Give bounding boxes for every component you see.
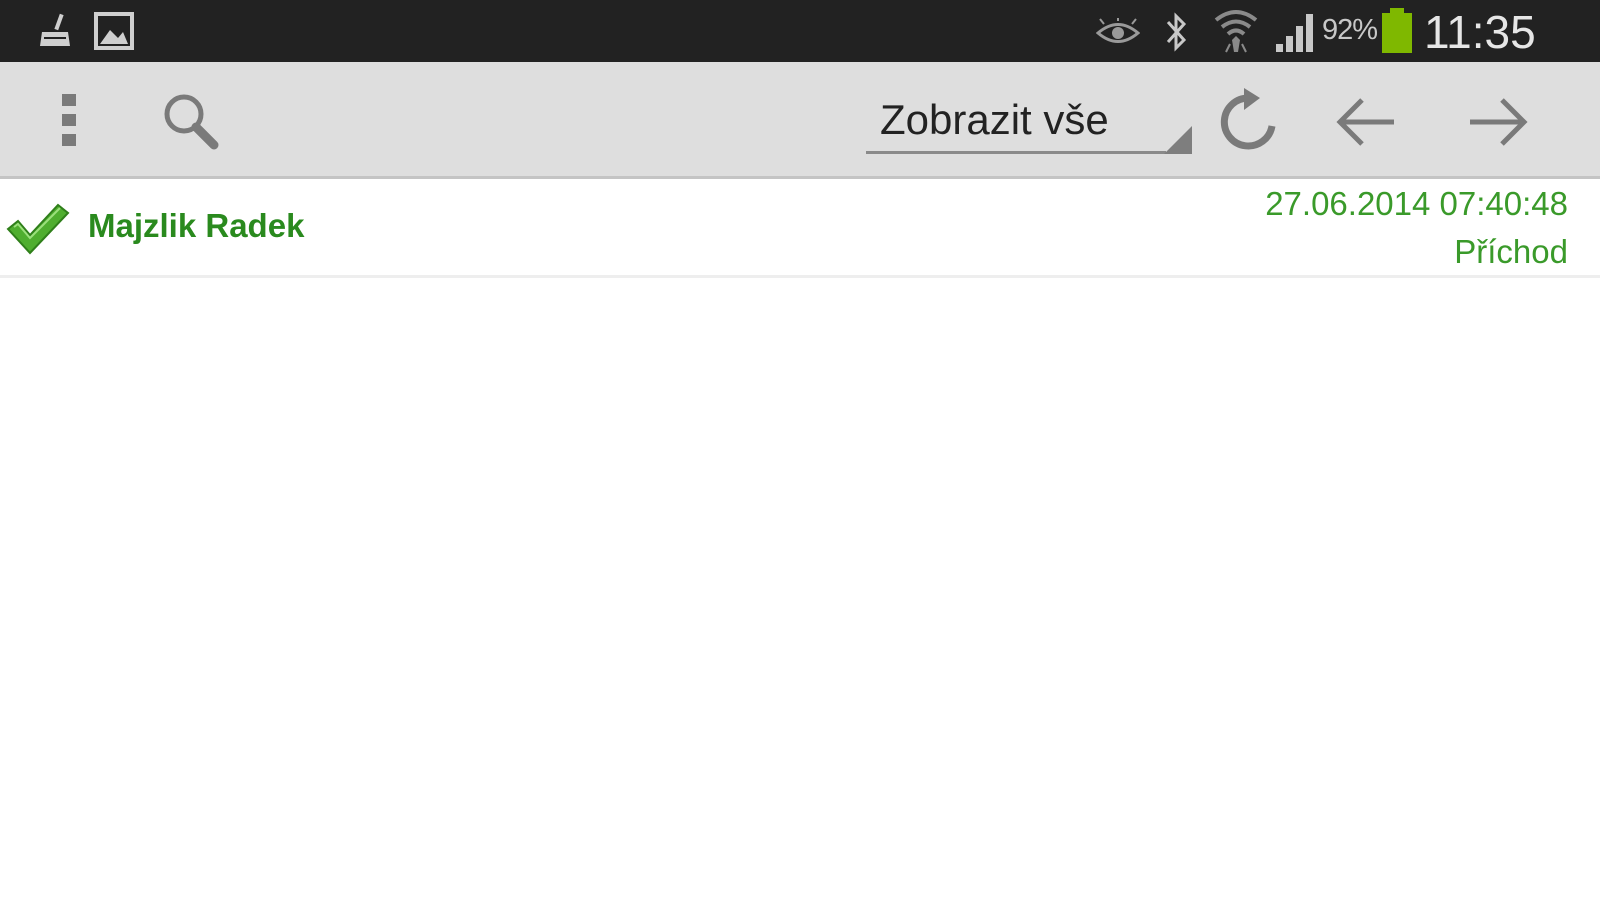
- clock: 11:35: [1424, 6, 1536, 58]
- refresh-icon[interactable]: [1216, 88, 1282, 154]
- filter-dropdown-value: Zobrazit vše: [880, 96, 1109, 143]
- filter-dropdown[interactable]: Zobrazit vše: [866, 92, 1192, 154]
- person-name: Majzlik Radek: [88, 207, 305, 244]
- search-icon[interactable]: [160, 92, 222, 152]
- overflow-menu-icon[interactable]: [56, 90, 84, 152]
- list-item[interactable]: Majzlik Radek 27.06.2014 07:40:48 Přícho…: [0, 179, 1600, 278]
- dropdown-corner-icon: [1164, 126, 1192, 154]
- wifi-icon: [1214, 10, 1258, 53]
- arrow-right-icon[interactable]: [1466, 96, 1530, 148]
- image-icon: [94, 12, 134, 50]
- entry-datetime: 27.06.2014 07:40:48: [1265, 185, 1568, 222]
- entry-type: Příchod: [1454, 233, 1568, 270]
- filter-dropdown-underline: [866, 151, 1166, 154]
- battery-icon: [1382, 8, 1412, 53]
- arrow-left-icon[interactable]: [1334, 96, 1398, 148]
- status-bar: 92% 11:35: [0, 0, 1600, 62]
- eye-icon: [1096, 18, 1140, 43]
- signal-icon: [1276, 14, 1313, 52]
- broom-icon: [40, 13, 70, 46]
- bluetooth-icon: [1166, 12, 1187, 52]
- checkmark-icon: [6, 203, 70, 255]
- battery-percent: 92%: [1322, 14, 1378, 46]
